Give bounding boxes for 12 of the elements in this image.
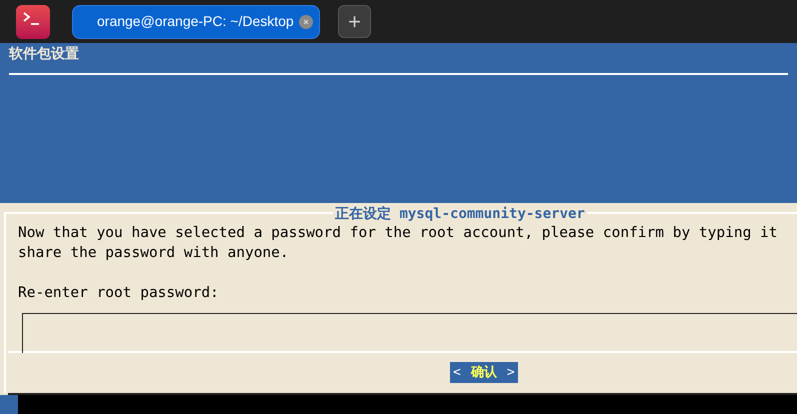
confirm-button[interactable]: < 确认 > [450, 362, 518, 383]
panel-edge [0, 395, 18, 414]
password-field[interactable] [22, 313, 797, 353]
new-tab-button[interactable]: + [338, 5, 371, 38]
close-icon[interactable] [299, 14, 313, 28]
terminal-tab[interactable]: orange@orange-PC: ~/Desktop [72, 4, 320, 38]
dialog-title: 正在设定 mysql-community-server [333, 204, 587, 224]
terminal-app-icon[interactable] [16, 4, 50, 38]
message-text: Now that you have selected a password for the root account, please confirm by typing it [18, 224, 778, 243]
password-prompt: Re-enter root password: [18, 284, 220, 303]
header-title: 软件包设置 [9, 45, 80, 64]
message-text: share the password with anyone. [18, 244, 290, 263]
